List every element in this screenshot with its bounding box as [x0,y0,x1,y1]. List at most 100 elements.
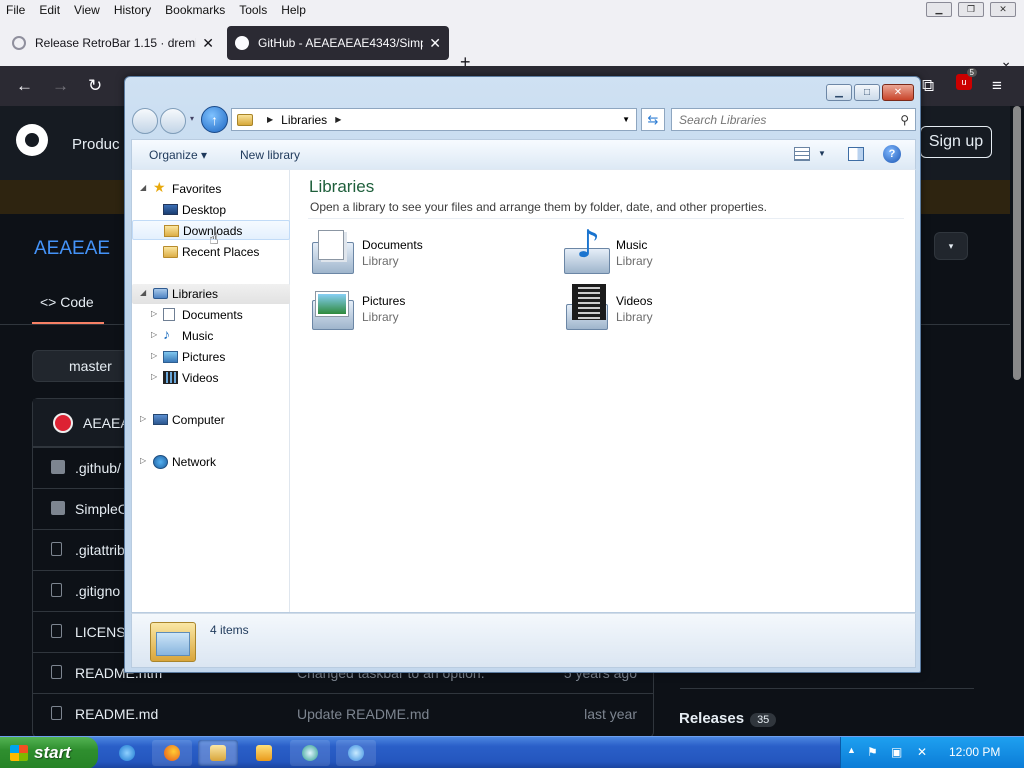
volume-muted-icon[interactable]: ✕ [917,745,927,759]
explorer-close-button[interactable]: ✕ [882,84,914,101]
library-documents[interactable]: Documents Library [308,228,538,278]
nav-libraries[interactable]: ◢ Libraries [132,284,290,304]
more-views-chevron-icon[interactable]: ▼ [818,149,826,158]
tab-close-icon[interactable]: ✕ [429,35,441,52]
taskbar-explorer-button[interactable] [198,740,238,766]
collapse-arrow-icon[interactable]: ◢ [140,183,146,192]
clock[interactable]: 12:00 PM [949,745,1000,759]
tab-code[interactable]: <> Code [40,294,94,310]
expand-arrow-icon[interactable]: ▷ [151,372,157,381]
back-arrow-icon[interactable]: ← [16,76,33,96]
tab-github-simplec[interactable]: GitHub - AEAEAEAE4343/SimpleC ✕ [227,26,449,60]
search-input[interactable] [672,109,887,130]
nav-computer[interactable]: ▷ Computer [132,410,290,430]
expand-arrow-icon[interactable]: ▷ [151,330,157,339]
nav-videos[interactable]: ▷ Videos [132,368,290,388]
library-pictures[interactable]: Pictures Library [308,284,538,334]
tab-close-icon[interactable]: ✕ [202,35,214,52]
expand-arrow-icon[interactable]: ▷ [151,351,157,360]
restore-button[interactable]: ❐ [958,2,984,17]
taskbar-firefox-button[interactable] [152,740,192,766]
breadcrumb-separator-icon[interactable]: ▶ [267,115,273,124]
file-name[interactable]: .github/ [75,460,121,476]
new-library-button[interactable]: New library [240,148,300,162]
address-bar[interactable]: ▶ Libraries ▶ ▼ [231,108,637,131]
start-button[interactable]: start [0,737,98,768]
address-dropdown-chevron-icon[interactable]: ▼ [622,115,630,124]
library-videos[interactable]: Videos Library [562,284,792,334]
taskbar-app-button[interactable] [290,740,330,766]
folder-icon [51,460,65,474]
taskbar-ie-button[interactable] [108,740,146,766]
windows-flag-icon [10,745,28,761]
minimize-button[interactable]: ▁ [926,2,952,17]
nav-pictures[interactable]: ▷ Pictures [132,347,290,367]
downloads-folder-icon [164,225,179,237]
reload-icon[interactable]: ↻ [88,76,102,96]
product-menu[interactable]: Produc [72,136,120,153]
nav-documents[interactable]: ▷ Documents [132,305,290,325]
up-arrow-icon[interactable]: ↑ [201,106,228,133]
nav-desktop[interactable]: Desktop [132,200,290,220]
nav-favorites[interactable]: ◢ ★ Favorites [132,179,290,199]
releases-heading[interactable]: Releases 35 [679,710,777,727]
file-name[interactable]: .gitattrib [75,542,125,558]
nav-music[interactable]: ▷ ♪ Music [132,326,290,346]
scrollbar-thumb[interactable] [1013,106,1021,380]
releases-count-badge: 35 [750,713,777,727]
nav-label: Recent Places [182,245,260,259]
preview-pane-icon[interactable] [848,147,864,161]
refresh-icon[interactable]: ⇆ [641,108,665,131]
menu-bookmarks[interactable]: Bookmarks [165,3,225,17]
recent-pages-chevron-icon[interactable]: ▾ [190,114,194,123]
table-row[interactable]: README.md Update README.md last year [33,693,653,734]
help-icon[interactable]: ? [883,145,901,163]
branch-selector[interactable]: master [32,350,132,382]
menu-help[interactable]: Help [281,3,306,17]
action-center-flag-icon[interactable]: ⚑ [867,745,878,759]
breadcrumb-separator-icon[interactable]: ▶ [335,115,341,124]
menu-tools[interactable]: Tools [239,3,267,17]
search-icon[interactable]: ⚲ [900,113,909,127]
expand-arrow-icon[interactable]: ▷ [151,309,157,318]
taskbar-app-button[interactable] [336,740,376,766]
sign-up-button[interactable]: Sign up [920,126,992,158]
commit-message[interactable]: Update README.md [297,706,429,722]
file-name[interactable]: LICENSI [75,624,129,640]
search-box[interactable]: ⚲ [671,108,916,131]
network-tray-icon[interactable]: ▣ [891,745,902,759]
collapse-arrow-icon[interactable]: ◢ [140,288,146,297]
show-hidden-icons-icon[interactable]: ▲ [847,745,856,755]
file-name[interactable]: .gitigno [75,583,120,599]
file-name[interactable]: SimpleC [75,501,128,517]
repo-owner-link[interactable]: AEAEAE [34,238,110,260]
menu-file[interactable]: File [6,3,25,17]
repo-dropdown-chevron-icon[interactable]: ▾ [934,232,968,260]
expand-arrow-icon[interactable]: ▷ [140,456,146,465]
expand-arrow-icon[interactable]: ▷ [140,414,146,423]
library-music[interactable]: Music Library [562,222,792,278]
menu-history[interactable]: History [114,3,151,17]
forward-arrow-icon[interactable]: → [52,76,69,96]
nav-network[interactable]: ▷ Network [132,452,290,472]
app-menu-hamburger-icon[interactable]: ≡ [992,76,1002,96]
explorer-maximize-button[interactable]: □ [854,84,880,101]
avatar[interactable] [53,413,73,433]
page-scrollbar[interactable] [1010,106,1024,736]
explorer-minimize-button[interactable]: ▁ [826,84,852,101]
change-view-icon[interactable] [794,147,810,161]
commit-author[interactable]: AEAEA [83,415,130,431]
file-name[interactable]: README.md [75,706,158,722]
menu-edit[interactable]: Edit [39,3,60,17]
breadcrumb-libraries[interactable]: Libraries [281,113,327,127]
tab-retrobar-release[interactable]: Release RetroBar 1.15 · dremin/Re ✕ [4,26,222,60]
forward-button[interactable] [160,108,186,134]
ublock-extension-icon[interactable]: u5 [956,68,977,90]
close-button[interactable]: ✕ [990,2,1016,17]
extensions-puzzle-icon[interactable]: ⧉ [922,76,934,96]
back-button[interactable] [132,108,158,134]
taskbar-media-button[interactable] [244,740,284,766]
organize-button[interactable]: Organize ▾ [149,148,207,162]
github-logo-icon[interactable] [16,124,48,156]
menu-view[interactable]: View [74,3,100,17]
